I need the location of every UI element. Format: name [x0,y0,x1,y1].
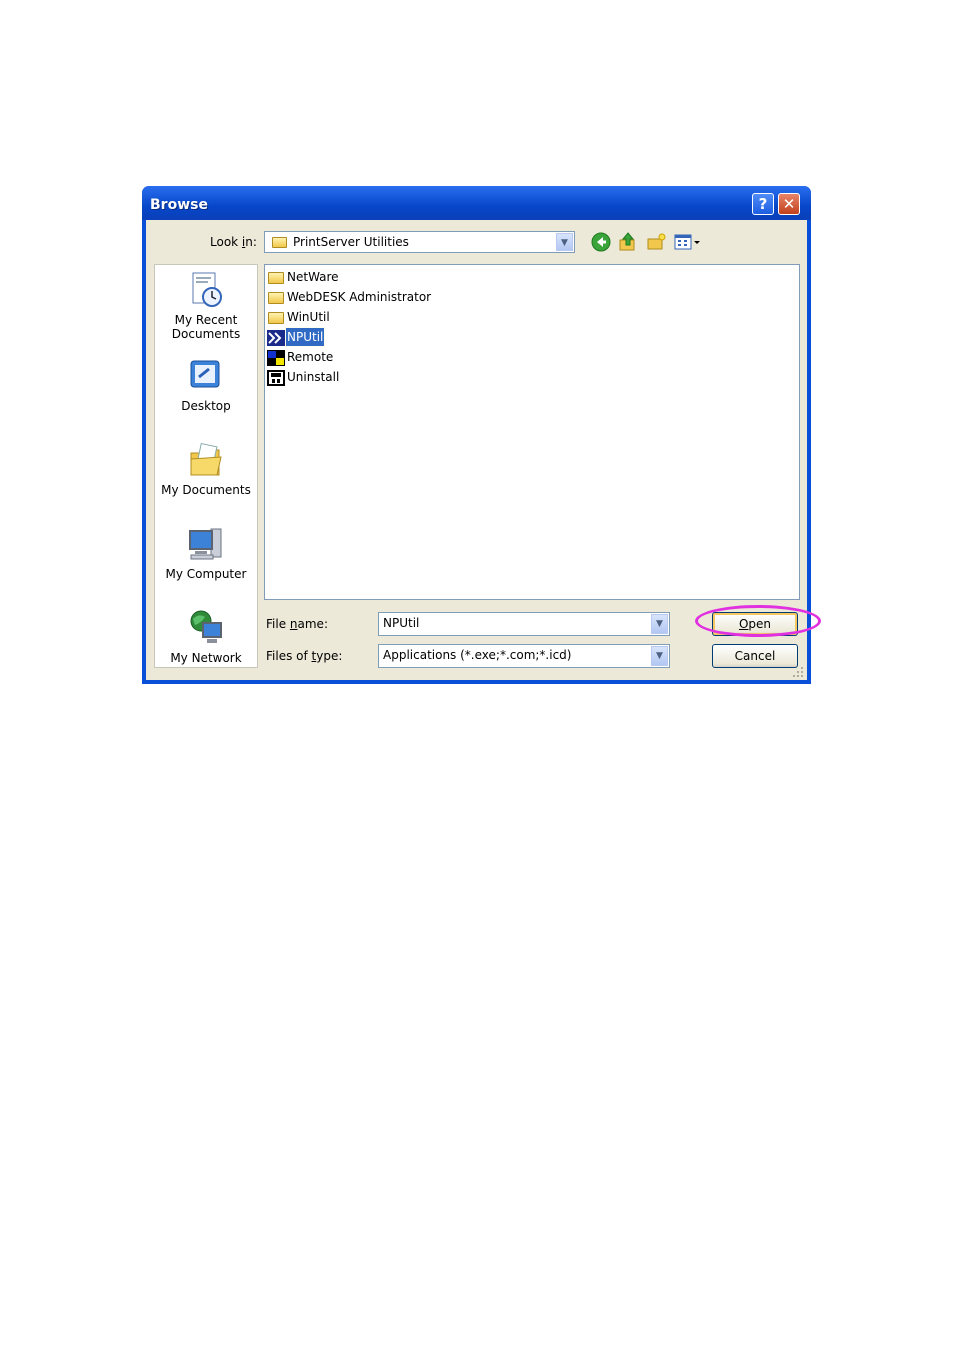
file-name: NPUtil [284,327,326,347]
chevron-down-icon[interactable]: ▼ [556,233,573,251]
filetype-dropdown[interactable]: Applications (*.exe;*.com;*.icd) ▼ [378,644,670,668]
place-label-line1: My Network [170,651,242,665]
places-bar: My Recent Documents Desktop My Documents [154,264,258,668]
my-computer-icon [187,525,225,563]
folder-icon [272,237,287,248]
help-button[interactable]: ? [752,193,774,215]
place-desktop[interactable]: Desktop [155,357,257,413]
chevron-down-icon[interactable]: ▼ [651,646,668,666]
dialog-title: Browse [150,197,208,213]
lookin-dropdown[interactable]: PrintServer Utilities ▼ [264,231,575,253]
place-label-line1: My Documents [161,483,251,497]
recent-documents-icon [187,271,225,309]
lookin-label: Look in: [210,235,257,249]
my-documents-icon [187,441,225,479]
filename-label: File name: [266,617,328,631]
desktop-icon [187,357,225,395]
my-network-icon [187,609,225,647]
file-name: Uninstall [287,370,340,384]
uninstall-app-icon [267,370,285,386]
filetype-value: Applications (*.exe;*.com;*.icd) [383,648,572,662]
npunil-app-icon [267,330,285,346]
place-my-documents[interactable]: My Documents [155,441,257,497]
file-name: WebDESK Administrator [287,290,432,304]
up-folder-icon[interactable] [618,232,638,252]
back-icon[interactable] [591,232,611,252]
place-my-recent-documents[interactable]: My Recent Documents [155,271,257,341]
place-label-line2: Documents [171,327,241,341]
file-name: WinUtil [287,310,330,324]
view-menu-icon[interactable] [673,232,703,252]
filename-value: NPUtil [383,616,420,630]
place-label-line1: My Computer [165,567,247,581]
place-my-computer[interactable]: My Computer [155,525,257,581]
file-name: NetWare [287,270,339,284]
folder-icon [267,310,284,324]
new-folder-icon[interactable] [646,232,666,252]
lookin-value: PrintServer Utilities [293,235,409,249]
file-name: Remote [287,350,334,364]
open-button-highlight-ring [695,605,821,637]
file-list[interactable]: NetWare WebDESK Administrator WinUtil NP… [264,264,800,600]
place-label-line1: My Recent [174,313,238,327]
folder-icon [267,270,284,284]
filetype-label: Files of type: [266,649,343,663]
remote-app-icon [267,350,285,366]
place-label-line1: Desktop [181,399,231,413]
close-button[interactable]: ✕ [778,193,800,215]
resize-grip-icon[interactable] [792,666,804,678]
chevron-down-icon[interactable]: ▼ [651,614,668,634]
filename-field[interactable]: NPUtil ▼ [378,612,670,636]
title-bar[interactable]: Browse ? ✕ [142,186,811,220]
place-my-network[interactable]: My Network [155,609,257,665]
cancel-button[interactable]: Cancel [712,644,798,668]
folder-icon [267,290,284,304]
